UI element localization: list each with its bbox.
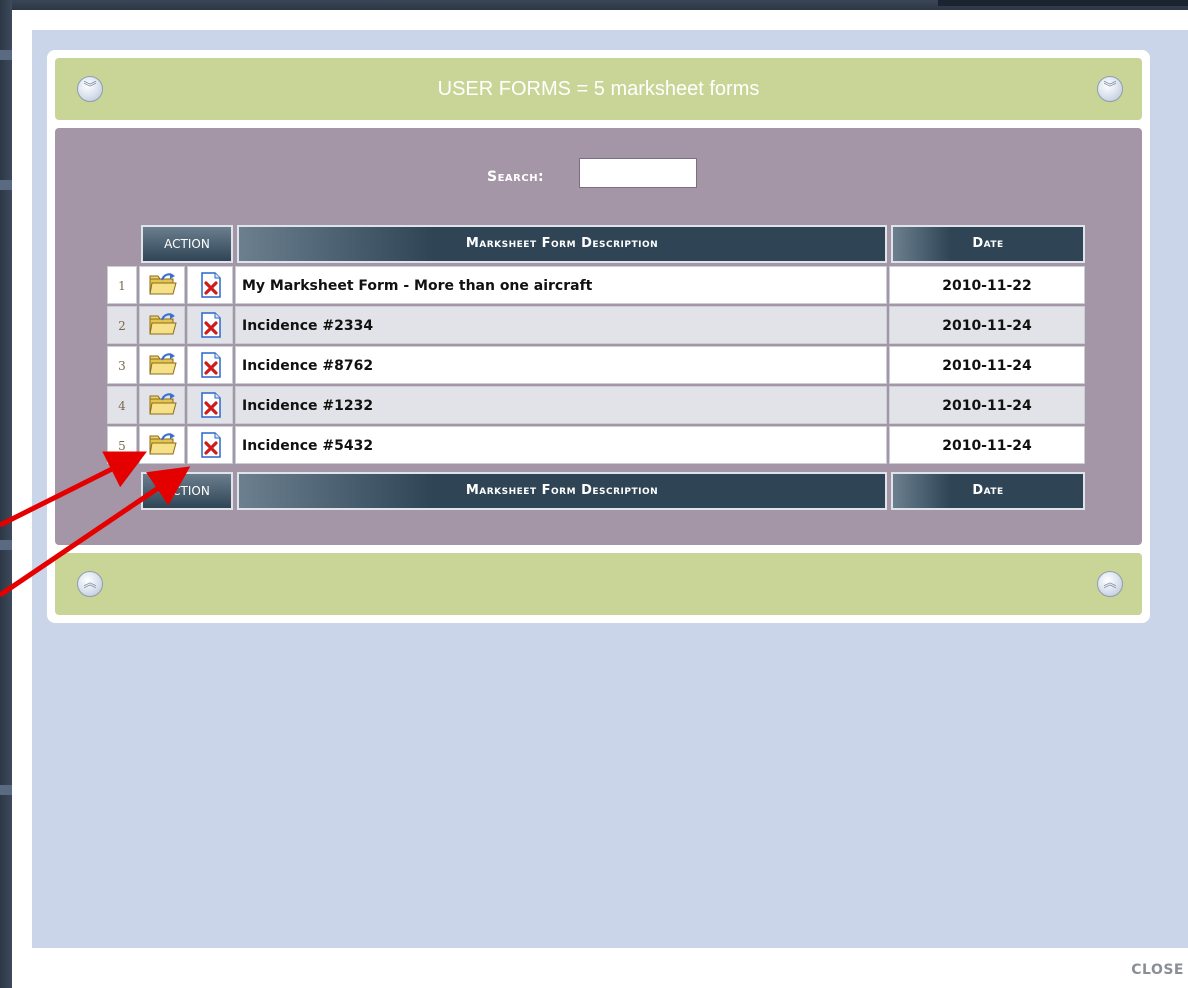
column-header-description[interactable]: Marksheet Form Description <box>237 225 887 263</box>
row-number: 5 <box>107 426 137 464</box>
form-date: 2010-11-24 <box>889 306 1085 344</box>
open-form-button[interactable] <box>139 266 185 304</box>
delete-document-icon <box>200 312 222 342</box>
form-description[interactable]: Incidence #2334 <box>235 306 887 344</box>
delete-form-button[interactable] <box>187 266 233 304</box>
form-description[interactable]: Incidence #8762 <box>235 346 887 384</box>
footer-header-action: ACTION <box>141 472 233 510</box>
user-forms-modal: USER FORMS = 5 marksheet forms ︾ ︾ Searc… <box>12 10 1188 988</box>
backdrop-top-right <box>938 0 1188 6</box>
form-date: 2010-11-24 <box>889 386 1085 424</box>
delete-document-icon <box>200 432 222 462</box>
search-input[interactable] <box>579 158 697 188</box>
open-folder-icon <box>148 431 178 461</box>
row-number: 4 <box>107 386 137 424</box>
open-form-button[interactable] <box>139 346 185 384</box>
panel-title: USER FORMS = 5 marksheet forms <box>437 78 760 100</box>
form-date: 2010-11-22 <box>889 266 1085 304</box>
footer-header-description[interactable]: Marksheet Form Description <box>237 472 887 510</box>
open-form-button[interactable] <box>139 386 185 424</box>
modal-content: USER FORMS = 5 marksheet forms ︾ ︾ Searc… <box>32 30 1188 948</box>
row-number: 3 <box>107 346 137 384</box>
open-folder-icon <box>148 271 178 301</box>
delete-form-button[interactable] <box>187 346 233 384</box>
collapse-left-chevron-down-icon[interactable]: ︾ <box>77 76 103 102</box>
open-form-button[interactable] <box>139 426 185 464</box>
expand-right-chevron-up-icon[interactable]: ︽ <box>1097 571 1123 597</box>
panel-body: Search: ACTION Marksheet Form Descriptio… <box>55 128 1142 545</box>
open-folder-icon <box>148 391 178 421</box>
row-number: 1 <box>107 266 137 304</box>
form-description[interactable]: Incidence #1232 <box>235 386 887 424</box>
delete-document-icon <box>200 392 222 422</box>
backdrop-left <box>0 0 12 988</box>
form-date: 2010-11-24 <box>889 426 1085 464</box>
expand-left-chevron-up-icon[interactable]: ︽ <box>77 571 103 597</box>
collapse-right-chevron-down-icon[interactable]: ︾ <box>1097 76 1123 102</box>
open-folder-icon <box>148 351 178 381</box>
column-header-action: ACTION <box>141 225 233 263</box>
delete-form-button[interactable] <box>187 426 233 464</box>
panel-footer-bar: ︽ ︽ <box>55 553 1142 615</box>
form-date: 2010-11-24 <box>889 346 1085 384</box>
open-folder-icon <box>148 311 178 341</box>
footer-header-date[interactable]: Date <box>891 472 1085 510</box>
close-button[interactable]: CLOSE <box>1131 962 1184 978</box>
delete-document-icon <box>200 272 222 302</box>
delete-form-button[interactable] <box>187 386 233 424</box>
open-form-button[interactable] <box>139 306 185 344</box>
user-forms-panel: USER FORMS = 5 marksheet forms ︾ ︾ Searc… <box>47 50 1150 623</box>
form-description[interactable]: My Marksheet Form - More than one aircra… <box>235 266 887 304</box>
form-description[interactable]: Incidence #5432 <box>235 426 887 464</box>
delete-form-button[interactable] <box>187 306 233 344</box>
search-label: Search: <box>487 169 545 185</box>
column-header-date[interactable]: Date <box>891 225 1085 263</box>
row-number: 2 <box>107 306 137 344</box>
delete-document-icon <box>200 352 222 382</box>
panel-header-bar: USER FORMS = 5 marksheet forms ︾ ︾ <box>55 58 1142 120</box>
search-row: Search: <box>55 158 1142 190</box>
